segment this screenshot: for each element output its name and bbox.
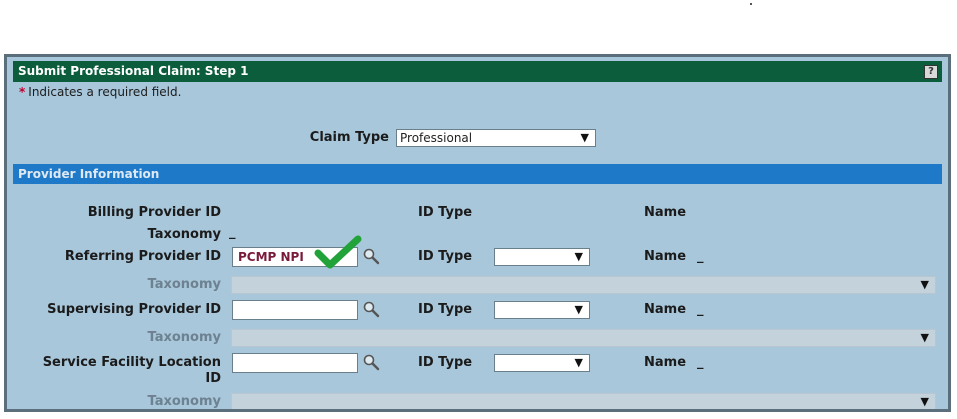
referring-taxonomy-select[interactable]: ▼ xyxy=(231,276,936,294)
magnifier-icon[interactable] xyxy=(362,353,380,371)
supervising-id-type-label: ID Type xyxy=(418,302,473,317)
referring-id-type-select[interactable]: ▼ xyxy=(494,248,590,266)
referring-provider-label: Referring Provider ID xyxy=(64,249,221,264)
magnifier-icon[interactable] xyxy=(362,300,380,318)
name-column-header: Name xyxy=(644,205,687,220)
chevron-down-icon: ▼ xyxy=(574,303,583,316)
chevron-down-icon: ▼ xyxy=(574,250,583,263)
service-facility-id-type-select[interactable]: ▼ xyxy=(494,354,590,372)
chevron-down-icon: ▼ xyxy=(920,395,929,408)
chevron-down-icon: ▼ xyxy=(580,131,589,144)
supervising-name-label: Name xyxy=(644,302,687,317)
referring-id-type-label: ID Type xyxy=(418,249,473,264)
checkmark-icon xyxy=(314,235,362,269)
chevron-down-icon: ▼ xyxy=(920,278,929,291)
service-facility-name-value: _ xyxy=(697,355,704,370)
supervising-name-value: _ xyxy=(697,302,704,317)
magnifier-icon[interactable] xyxy=(362,247,380,265)
service-facility-label-line2: ID xyxy=(205,371,221,386)
supervising-provider-label: Supervising Provider ID xyxy=(47,302,221,317)
service-facility-name-label: Name xyxy=(644,355,687,370)
referring-name-value: _ xyxy=(697,249,704,264)
claim-panel: Submit Professional Claim: Step 1 ? * Ind… xyxy=(4,54,951,412)
panel-title-bar: Submit Professional Claim: Step 1 ? xyxy=(13,61,942,82)
supervising-taxonomy-label: Taxonomy xyxy=(147,330,222,345)
billing-taxonomy-label: Taxonomy xyxy=(147,227,222,242)
referring-provider-id-value: PCMP NPI xyxy=(238,250,304,264)
service-facility-taxonomy-select[interactable]: ▼ xyxy=(231,393,936,409)
required-star: * xyxy=(19,85,26,99)
claim-type-value: Professional xyxy=(400,131,473,145)
claim-type-label: Claim Type xyxy=(309,130,389,145)
service-facility-id-input[interactable] xyxy=(232,353,358,373)
panel-title: Submit Professional Claim: Step 1 xyxy=(18,64,249,78)
id-type-column-header: ID Type xyxy=(418,205,473,220)
service-facility-id-type-label: ID Type xyxy=(418,355,473,370)
referring-name-label: Name xyxy=(644,249,687,264)
referring-taxonomy-label: Taxonomy xyxy=(147,277,222,292)
service-facility-label-line1: Service Facility Location xyxy=(42,355,221,370)
service-facility-label: Service Facility Location ID xyxy=(17,355,221,387)
stray-dot xyxy=(750,3,752,5)
chevron-down-icon: ▼ xyxy=(574,356,583,369)
billing-taxonomy-value: _ xyxy=(229,225,236,240)
provider-information-header: Provider Information xyxy=(13,164,942,184)
billing-provider-label: Billing Provider ID xyxy=(87,205,221,220)
required-note-text: Indicates a required field. xyxy=(28,85,182,99)
required-note: * Indicates a required field. xyxy=(19,85,181,99)
claim-type-select[interactable]: Professional ▼ xyxy=(396,129,596,147)
supervising-provider-id-input[interactable] xyxy=(232,300,358,320)
service-facility-taxonomy-label: Taxonomy xyxy=(147,394,222,409)
help-icon[interactable]: ? xyxy=(924,65,938,79)
supervising-taxonomy-select[interactable]: ▼ xyxy=(231,329,936,347)
supervising-id-type-select[interactable]: ▼ xyxy=(494,301,590,319)
chevron-down-icon: ▼ xyxy=(920,331,929,344)
